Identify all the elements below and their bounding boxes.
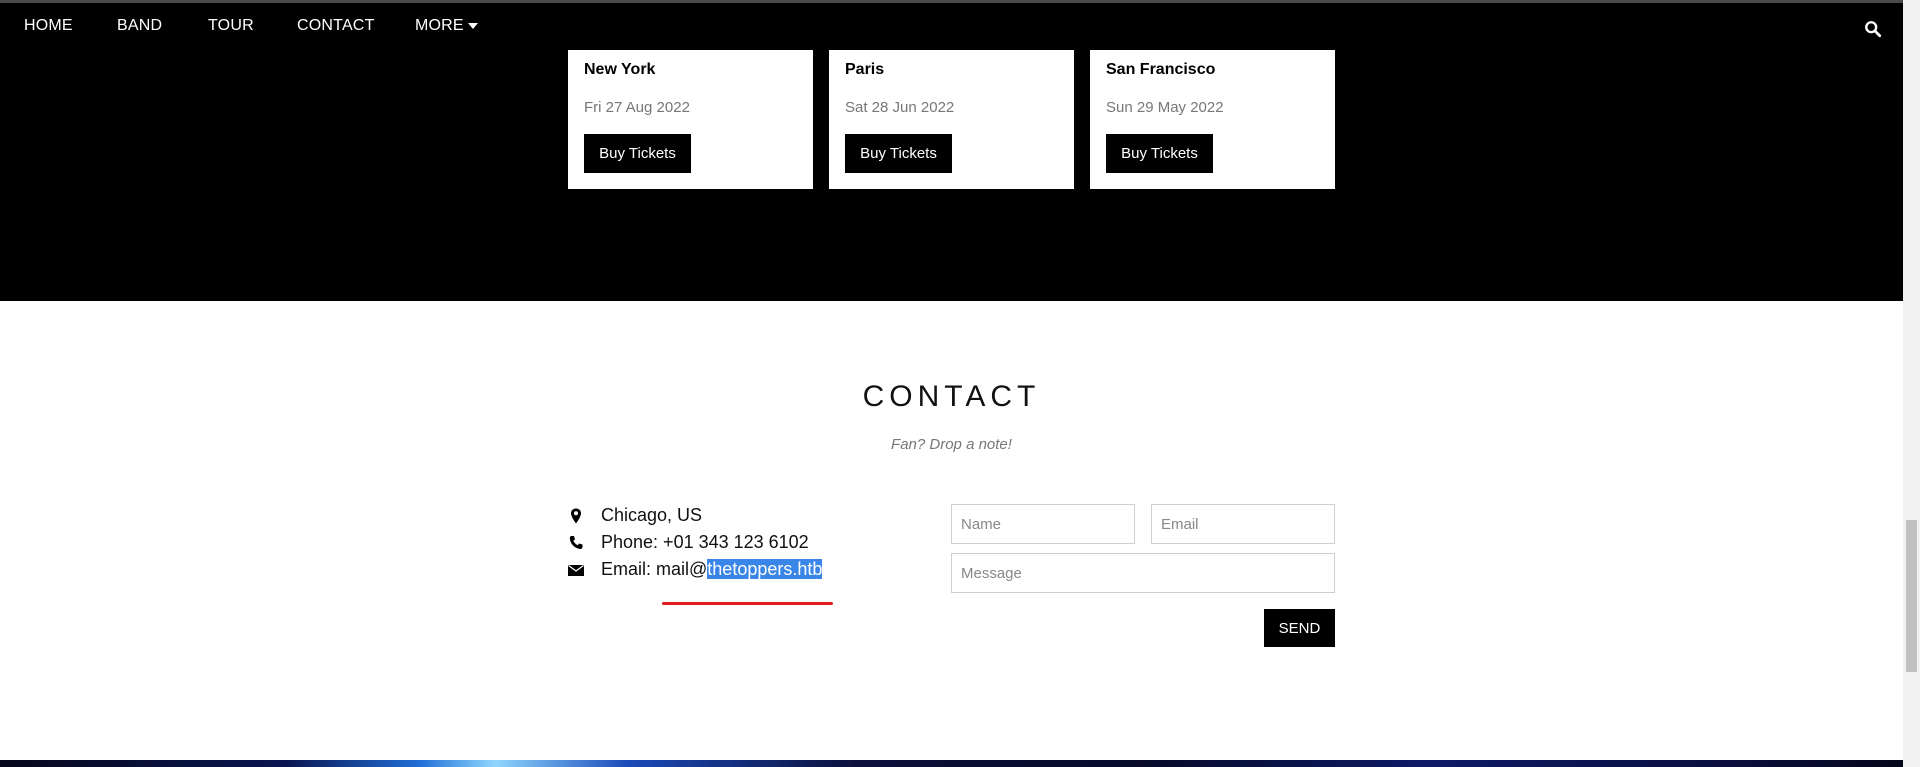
tour-date: Sat 28 Jun 2022: [845, 99, 955, 116]
tour-card-san-francisco: San Francisco Sun 29 May 2022 Buy Ticket…: [1090, 50, 1335, 189]
page-scrollbar[interactable]: [1903, 0, 1920, 767]
location-text: Chicago, US: [601, 505, 703, 525]
nav-contact[interactable]: CONTACT: [297, 17, 375, 35]
buy-tickets-button[interactable]: Buy Tickets: [584, 134, 691, 173]
nav-band[interactable]: BAND: [117, 17, 162, 35]
tour-city: New York: [584, 61, 656, 78]
send-button[interactable]: SEND: [1264, 609, 1335, 647]
contact-subtitle: Fan? Drop a note!: [891, 436, 1012, 453]
scrollbar-thumb[interactable]: [1906, 520, 1917, 672]
tour-date: Fri 27 Aug 2022: [584, 99, 690, 116]
top-navbar: HOME BAND TOUR CONTACT MORE: [0, 0, 1903, 50]
buy-tickets-button[interactable]: Buy Tickets: [1106, 134, 1213, 173]
nav-tour[interactable]: TOUR: [208, 17, 254, 35]
nav-more-label: MORE: [415, 17, 464, 34]
email-input[interactable]: [1151, 504, 1335, 544]
contact-title: CONTACT: [862, 380, 1041, 413]
tour-city: San Francisco: [1106, 61, 1216, 78]
buy-tickets-button[interactable]: Buy Tickets: [845, 134, 952, 173]
map-marker-icon: [571, 508, 581, 524]
nav-home[interactable]: HOME: [24, 17, 73, 35]
name-input[interactable]: [951, 504, 1135, 544]
caret-down-icon: [467, 22, 478, 29]
tour-card-paris: Paris Sat 28 Jun 2022 Buy Tickets: [829, 50, 1074, 189]
envelope-icon: [568, 564, 584, 576]
tour-date: Sun 29 May 2022: [1106, 99, 1224, 116]
red-underline-annotation: [662, 602, 833, 605]
email-prefix: Email: mail@: [601, 559, 708, 579]
message-input[interactable]: [951, 553, 1335, 593]
bottom-banner-image: [0, 760, 1903, 767]
nav-more[interactable]: MORE: [415, 17, 478, 35]
tour-section: New York Fri 27 Aug 2022 Buy Tickets Par…: [0, 50, 1903, 301]
email-domain-selected: thetoppers.htb: [707, 559, 823, 579]
tour-card-new-york: New York Fri 27 Aug 2022 Buy Tickets: [568, 50, 813, 189]
search-icon[interactable]: [1864, 20, 1882, 38]
email-text: Email: mail@thetoppers.htb: [601, 559, 823, 580]
phone-text: Phone: +01 343 123 6102: [601, 532, 809, 552]
phone-icon: [569, 536, 583, 549]
tour-city: Paris: [845, 61, 885, 78]
